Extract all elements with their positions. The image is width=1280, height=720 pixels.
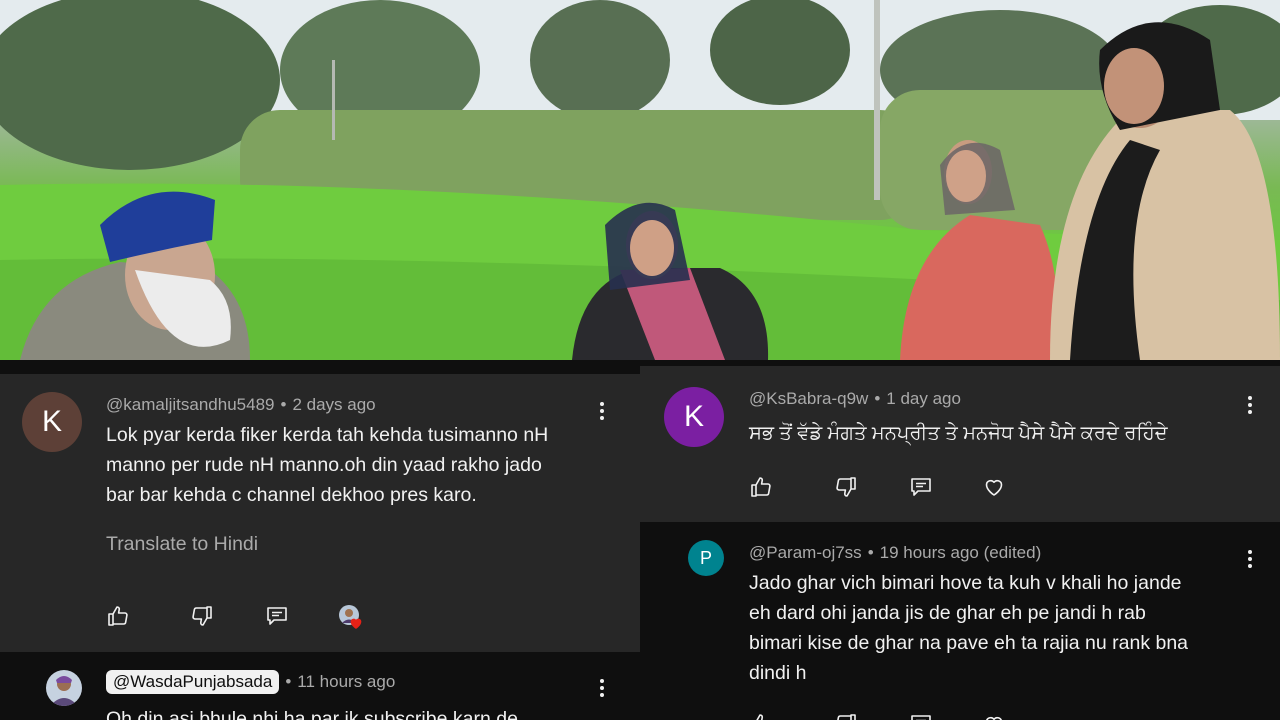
comment-time[interactable]: 11 hours ago [297, 672, 395, 691]
creator-heart-badge [336, 602, 364, 630]
reply-icon [911, 478, 931, 496]
comment-author[interactable]: @KsBabra-q9w [749, 389, 868, 408]
comment-text: ਸਭ ਤੋਂ ਵੱਡੇ ਮੰਗਤੇ ਮਨਪ੍ਰੀਤ ਤੇ ਮਨਜੋਧ ਪੈਸੇ … [749, 422, 1168, 444]
meta-separator: • [867, 543, 874, 562]
avatar[interactable]: P [688, 540, 724, 576]
comment-thread: K @KsBabra-q9w • 1 day ago ਸਭ ਤੋਂ ਵੱਡੇ ਮੰਗ… [640, 366, 1280, 522]
comment-text: Lok pyar kerda fiker kerda tah kehda tus… [106, 420, 616, 510]
avatar[interactable]: K [664, 387, 724, 447]
reply-icon [911, 715, 931, 720]
heart-icon [350, 618, 362, 629]
comments-panel-right: K @KsBabra-q9w • 1 day ago ਸਭ ਤੋਂ ਵੱਡੇ ਮੰਗ… [640, 366, 1280, 720]
mention-chip[interactable]: @WasdaPunjabsada [106, 670, 280, 694]
comment-meta: @kamaljitsandhu5489 • 2 days ago [106, 395, 376, 415]
comment-time[interactable]: 2 days ago [292, 395, 375, 414]
comment-meta: @Param-oj7ss • 19 hours ago (edited) [749, 543, 1041, 563]
dislike-button[interactable] [188, 602, 216, 630]
comment-text-line: bimari kise de ghar na pave eh ta rajia … [749, 632, 1189, 654]
reply-icon [267, 607, 287, 625]
video-scene-illustration [0, 0, 1280, 360]
comment-text: Oh din asi bhule nhi ha par ik subscribe… [106, 708, 518, 720]
like-button[interactable] [747, 710, 775, 720]
avatar-letter: K [41, 405, 62, 438]
comment-meta: @WasdaPunjabsada • 11 hours ago [106, 670, 395, 694]
avatar[interactable] [46, 670, 82, 706]
comment-time[interactable]: 1 day ago [886, 389, 961, 408]
like-icon [751, 477, 771, 497]
comment-thread: @WasdaPunjabsada • 11 hours ago Oh din asi… [0, 652, 640, 720]
comment-text: Jado ghar vich bimari hove ta kuh v khal… [749, 568, 1259, 688]
reply-thread: P @Param-oj7ss • 19 hours ago (edited) Jad… [640, 522, 1280, 720]
like-button[interactable] [104, 602, 132, 630]
dislike-button[interactable] [832, 473, 860, 501]
comment-text-line: Lok pyar kerda fiker kerda tah kehda tus… [106, 424, 549, 446]
comment-author[interactable]: @kamaljitsandhu5489 [106, 395, 274, 414]
comment-thread: K @kamaljitsandhu5489 • 2 days ago Lok pya… [0, 374, 640, 652]
avatar-letter: P [699, 547, 712, 568]
reply-button[interactable] [263, 602, 291, 630]
dislike-icon [192, 606, 212, 626]
comment-text-line: dindi h [749, 662, 807, 684]
dislike-icon [837, 714, 856, 720]
meta-separator: • [285, 672, 292, 691]
avatar[interactable]: K [22, 392, 82, 452]
like-icon [108, 606, 128, 626]
dislike-button[interactable] [832, 710, 860, 720]
translate-link[interactable]: Translate to Hindi [106, 533, 258, 556]
meta-separator: • [874, 389, 881, 408]
comments-panel-left: K @kamaljitsandhu5489 • 2 days ago Lok pya… [0, 374, 640, 720]
comment-text-line: eh dard ohi janda jis de ghar eh pe jand… [749, 602, 1146, 624]
reply-button[interactable] [907, 710, 935, 720]
more-vert-icon[interactable] [592, 676, 612, 700]
heart-button[interactable] [980, 710, 1008, 720]
comment-text-line: Jado ghar vich bimari hove ta kuh v khal… [749, 572, 1182, 594]
comment-text-line: bar bar kehda c channel dekhoo pres karo… [106, 484, 477, 506]
user-avatar-icon [50, 676, 78, 706]
comment-meta: @KsBabra-q9w • 1 day ago [749, 389, 961, 409]
comment-author[interactable]: @Param-oj7ss [749, 543, 862, 562]
like-icon [756, 714, 764, 720]
avatar-letter: K [683, 400, 704, 433]
meta-separator: • [280, 395, 287, 414]
dislike-icon [836, 477, 856, 497]
heart-icon [985, 479, 1003, 496]
reply-button[interactable] [907, 473, 935, 501]
comment-time[interactable]: 19 hours ago (edited) [880, 543, 1042, 562]
like-button[interactable] [747, 473, 775, 501]
video-frame[interactable] [0, 0, 1280, 360]
heart-icon [986, 716, 1002, 720]
comment-text-line: manno per rude nH manno.oh din yaad rakh… [106, 454, 542, 476]
heart-button[interactable] [980, 473, 1008, 501]
more-vert-icon[interactable] [1240, 393, 1260, 417]
